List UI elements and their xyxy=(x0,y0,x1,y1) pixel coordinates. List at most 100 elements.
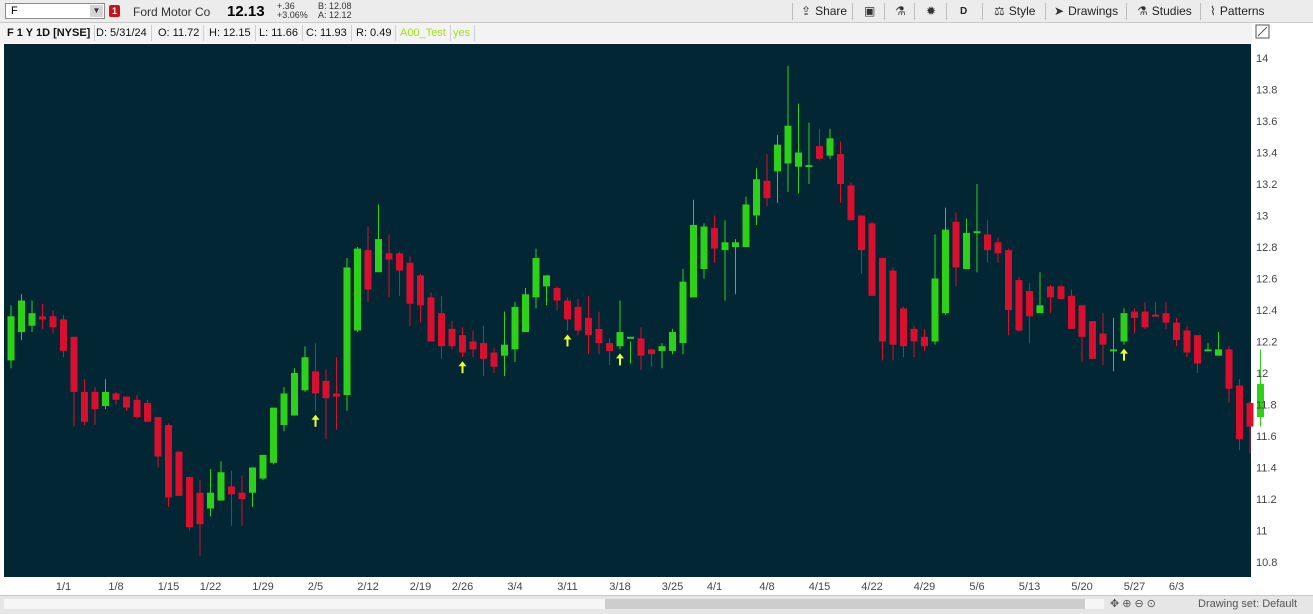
candle-body xyxy=(1131,311,1138,318)
candle[interactable] xyxy=(60,314,67,358)
candle[interactable] xyxy=(1089,321,1096,359)
x-tick-label: 1/22 xyxy=(200,581,221,593)
studies-button[interactable]: ⚗ Studies xyxy=(1133,2,1196,21)
candle-body xyxy=(532,258,540,298)
bottom-bar: ✥⊕⊖⊙ Drawing set: Default xyxy=(0,595,1313,614)
candle-body xyxy=(931,278,939,342)
zoom-reset-icon[interactable]: ⊙ xyxy=(1147,598,1159,610)
company-name: Ford Motor Co xyxy=(133,5,211,19)
candle-body xyxy=(606,343,613,351)
y-tick-label: 12.6 xyxy=(1256,274,1277,286)
candle[interactable] xyxy=(427,292,435,342)
toolbar-separator xyxy=(792,3,793,20)
zoom-controls[interactable]: ✥⊕⊖⊙ xyxy=(1110,597,1159,610)
candle-body xyxy=(711,228,718,249)
flask-icon: ⚗ xyxy=(895,4,906,18)
aggregation-button[interactable]: D xyxy=(956,2,971,21)
y-tick-label: 11.8 xyxy=(1256,400,1277,412)
candle[interactable] xyxy=(291,368,298,416)
candle-body xyxy=(921,336,928,347)
candle[interactable] xyxy=(144,399,151,422)
x-tick-label: 5/27 xyxy=(1124,581,1145,593)
symbol-input[interactable]: F ▼ xyxy=(5,3,105,19)
candle[interactable] xyxy=(259,454,267,481)
candle-body xyxy=(175,451,183,496)
candle-body xyxy=(480,343,487,359)
candle[interactable] xyxy=(1015,276,1023,333)
candle-body xyxy=(81,391,88,422)
candle[interactable] xyxy=(1057,284,1065,299)
x-tick-label: 4/8 xyxy=(759,581,774,593)
candle-body xyxy=(868,223,876,296)
candle-body xyxy=(1215,349,1222,356)
candle[interactable] xyxy=(186,476,193,531)
candle-body xyxy=(144,402,151,422)
drawing-set-label[interactable]: Drawing set: Default xyxy=(1198,598,1297,610)
candle[interactable] xyxy=(175,451,183,496)
bar-open: O: 11.72 xyxy=(154,25,205,41)
toolbar-separator xyxy=(946,3,947,20)
x-tick-label: 3/25 xyxy=(662,581,683,593)
candle[interactable] xyxy=(280,387,288,432)
candle-body xyxy=(406,262,414,304)
x-tick-label: 2/12 xyxy=(357,581,378,593)
candle-body xyxy=(364,250,372,290)
ask-price: A: 12.12 xyxy=(318,10,352,20)
bid-ask: B: 12.08 A: 12.12 xyxy=(318,2,352,20)
candle[interactable] xyxy=(847,182,855,221)
toolbar-separator xyxy=(982,3,983,20)
candle[interactable] xyxy=(1183,325,1191,358)
y-tick-label: 13.2 xyxy=(1256,179,1277,191)
candle-body xyxy=(1204,349,1212,352)
price-chart[interactable]: 10.8 11 11.2 11.4 11.6 11.8 12 12.2 12.4 12.6 12.8… xyxy=(0,23,1313,595)
candle-body xyxy=(291,373,298,416)
lab-button[interactable]: ⚗ xyxy=(891,2,910,21)
candle-body xyxy=(123,396,130,408)
share-button[interactable]: ⇪ Share xyxy=(797,2,851,21)
candle-body xyxy=(774,144,781,172)
alert-badge[interactable]: 1 xyxy=(109,5,120,17)
candle-body xyxy=(669,332,676,351)
scrollbar-thumb[interactable] xyxy=(605,599,1085,609)
toolbar-separator xyxy=(914,3,915,20)
candle-body xyxy=(553,287,561,301)
candle[interactable] xyxy=(354,247,361,333)
style-button[interactable]: ⚖ Style xyxy=(990,2,1039,21)
candle-body xyxy=(1099,333,1107,345)
candle[interactable] xyxy=(270,407,277,465)
candle-body xyxy=(595,328,603,344)
symbol-dropdown-icon[interactable]: ▼ xyxy=(90,5,103,17)
candle[interactable] xyxy=(522,287,529,333)
candle-body xyxy=(637,338,645,356)
candle[interactable] xyxy=(679,269,687,355)
y-tick-label: 12.2 xyxy=(1256,337,1277,349)
candle-body xyxy=(522,294,529,333)
candle-body xyxy=(501,344,508,356)
candle-body xyxy=(469,341,477,350)
x-tick-label: 3/4 xyxy=(507,581,522,593)
candle-body xyxy=(186,476,193,528)
candle-body xyxy=(417,275,424,306)
zoom-in-icon[interactable]: ⊕ xyxy=(1122,598,1134,610)
patterns-button[interactable]: ⌇ Patterns xyxy=(1206,2,1269,21)
candle-body xyxy=(438,313,445,347)
candle-body xyxy=(280,393,288,425)
candle-body xyxy=(154,417,162,457)
settings-button[interactable]: ✹ xyxy=(922,2,940,21)
study-name[interactable]: A00_Test xyxy=(396,25,451,41)
candle-body xyxy=(742,204,750,247)
pan-icon[interactable]: ✥ xyxy=(1110,598,1122,610)
candle-body xyxy=(1183,330,1191,353)
candle[interactable] xyxy=(868,221,876,296)
candle[interactable] xyxy=(165,423,172,507)
x-tick-label: 2/5 xyxy=(308,581,323,593)
x-tick-label: 5/20 xyxy=(1071,581,1092,593)
candle[interactable] xyxy=(1120,308,1128,345)
snapshot-button[interactable]: ▣ xyxy=(860,2,879,21)
candle[interactable] xyxy=(343,258,351,411)
candle[interactable] xyxy=(669,328,676,355)
toolbar-separator xyxy=(1200,3,1201,20)
zoom-out-icon[interactable]: ⊖ xyxy=(1134,598,1146,610)
drawings-button[interactable]: ➤ Drawings xyxy=(1050,2,1122,21)
symbol-text: F xyxy=(11,5,18,17)
